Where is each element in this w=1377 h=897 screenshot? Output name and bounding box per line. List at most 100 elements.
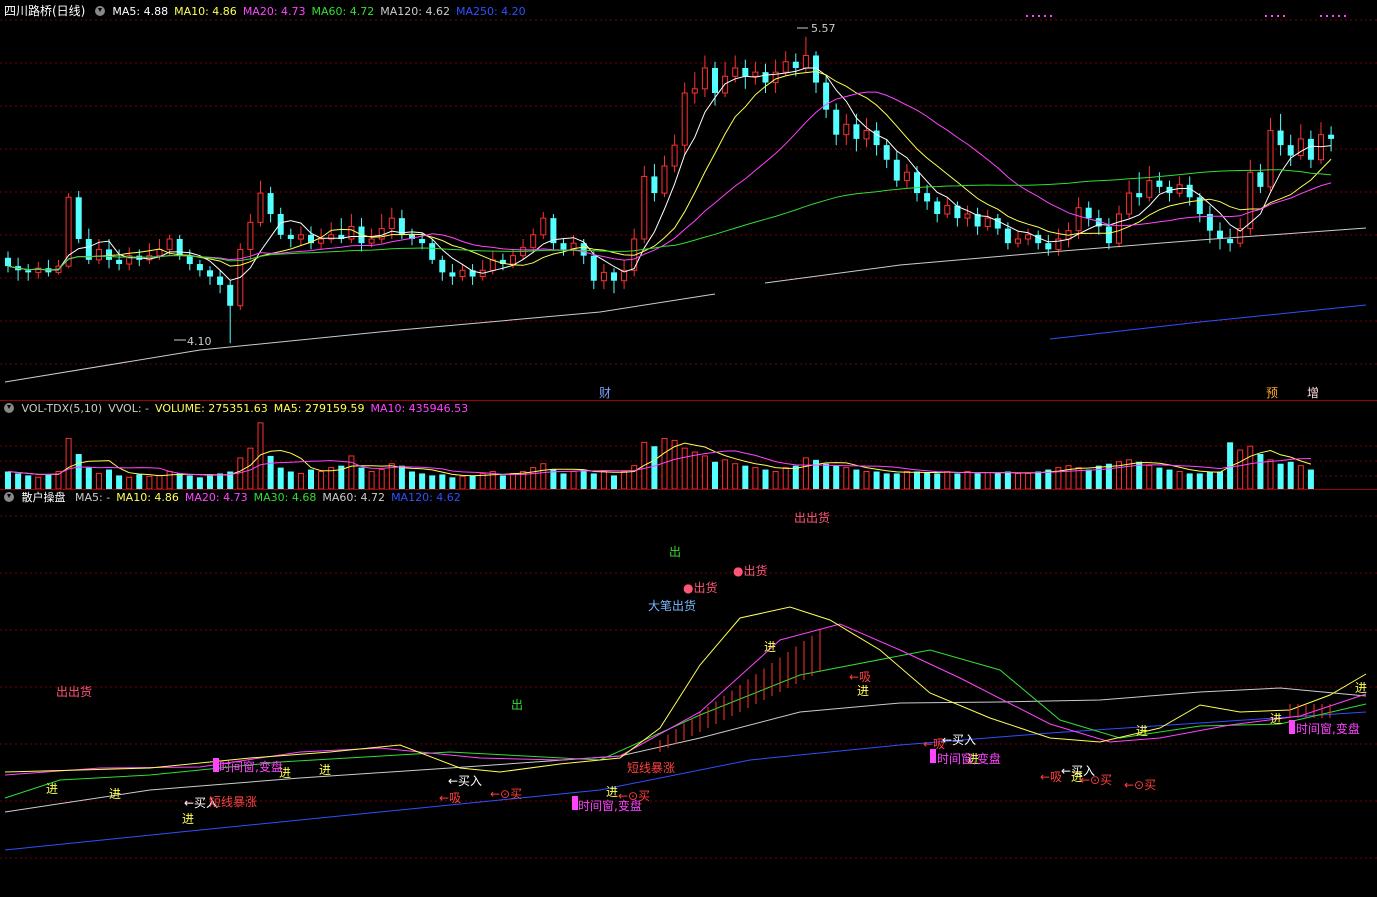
event-marker[interactable]: 预 bbox=[1266, 386, 1278, 400]
candle-body bbox=[388, 217, 395, 230]
candle-body bbox=[782, 61, 789, 73]
volume-bar bbox=[691, 451, 698, 489]
candle-body bbox=[257, 192, 264, 223]
candle-body bbox=[1075, 207, 1082, 232]
signal-dot bbox=[1332, 15, 1334, 17]
low-price-label: 4.10 bbox=[187, 335, 212, 348]
volume-bar bbox=[631, 465, 638, 489]
signal-label: 出 bbox=[669, 545, 681, 559]
signal-label: 出出货 bbox=[56, 684, 92, 699]
volume-bar bbox=[85, 467, 92, 489]
ma120-line bbox=[4, 711, 1367, 851]
volume-bar bbox=[207, 475, 213, 489]
volume-bar bbox=[984, 471, 991, 489]
candle-body bbox=[843, 123, 850, 136]
candle-body bbox=[722, 75, 729, 94]
volume-bar bbox=[15, 473, 22, 489]
volume-bar bbox=[924, 472, 931, 489]
event-marker[interactable]: 财 bbox=[599, 386, 611, 400]
signal-label: 短线暴涨 bbox=[209, 794, 257, 809]
candle-body bbox=[1015, 238, 1021, 244]
candle-body bbox=[429, 243, 436, 260]
volume-bar bbox=[1166, 469, 1173, 489]
volume-bar bbox=[156, 474, 163, 489]
volume-bar bbox=[126, 476, 133, 489]
volume-bar bbox=[873, 471, 880, 489]
candle-body bbox=[732, 67, 739, 77]
volume-bar bbox=[1277, 463, 1284, 489]
candle-body bbox=[419, 239, 426, 244]
volume-bar bbox=[701, 455, 708, 489]
volume-bar bbox=[217, 473, 224, 489]
candle-body bbox=[1105, 226, 1112, 244]
price-panel[interactable]: 四川路桥(日线) MA5: 4.88 MA10: 4.86 MA20: 4.73 MA… bbox=[0, 0, 1377, 400]
volume-chart[interactable] bbox=[0, 401, 1377, 489]
volume-bar bbox=[782, 467, 789, 489]
candle-body bbox=[449, 272, 456, 277]
ma250-line bbox=[1049, 304, 1367, 340]
volume-bar bbox=[792, 465, 799, 489]
volume-bar bbox=[308, 469, 314, 489]
candle-body bbox=[1227, 239, 1234, 244]
candle-body bbox=[1116, 213, 1122, 244]
candle-body bbox=[378, 228, 385, 240]
signal-label: 进 bbox=[182, 812, 194, 826]
candle-body bbox=[833, 109, 840, 135]
candle-body bbox=[590, 255, 597, 281]
candle-body bbox=[964, 213, 971, 219]
candle-body bbox=[247, 221, 254, 250]
volume-bar bbox=[1186, 473, 1193, 489]
volume-bar bbox=[348, 455, 355, 489]
signal-label: 进 bbox=[857, 684, 869, 698]
volume-bar bbox=[45, 474, 52, 489]
candle-body bbox=[1085, 207, 1092, 219]
ma10-line bbox=[7, 70, 1332, 271]
signal-label: ←买入 bbox=[942, 733, 976, 747]
volume-panel[interactable]: VOL-TDX(5,10) VVOL: - VOLUME: 275351.63 MA5… bbox=[0, 401, 1377, 489]
volume-bar bbox=[712, 461, 718, 489]
signal-dot bbox=[1320, 15, 1322, 17]
candle-body bbox=[95, 248, 102, 261]
candle-body bbox=[459, 269, 466, 278]
signal-dot bbox=[1338, 15, 1340, 17]
volume-bar bbox=[469, 475, 476, 489]
volume-bar bbox=[378, 469, 385, 489]
candle-body bbox=[1045, 243, 1052, 250]
candle-body bbox=[1307, 138, 1314, 160]
candle-body bbox=[1217, 230, 1223, 239]
volume-bar bbox=[752, 467, 759, 489]
volume-bar bbox=[176, 473, 183, 489]
volume-bar bbox=[297, 472, 304, 489]
volume-bar bbox=[843, 467, 850, 489]
time-window-marker bbox=[1289, 720, 1295, 734]
signal-dot bbox=[1283, 15, 1285, 17]
volume-bar bbox=[954, 473, 961, 489]
signal-label: ←吸 bbox=[1040, 770, 1062, 784]
candle-body bbox=[1126, 192, 1133, 215]
candle-body bbox=[1328, 134, 1335, 139]
volume-bar bbox=[1035, 471, 1042, 489]
signal-dot bbox=[1326, 15, 1328, 17]
volume-bar bbox=[722, 459, 729, 489]
indicator-chart[interactable]: 出出货出●出货●出货大笔出货出出货出进←吸进进 进←买入进进 进←买入←吸 ←⊙买进 ←… bbox=[0, 490, 1377, 897]
candle-body bbox=[934, 201, 941, 214]
candle-body bbox=[75, 197, 82, 239]
candle-body bbox=[863, 130, 870, 140]
candle-body bbox=[661, 165, 668, 194]
volume-bar bbox=[267, 455, 274, 489]
candle-body bbox=[1186, 184, 1193, 198]
signal-dot bbox=[1032, 15, 1034, 17]
candle-body bbox=[287, 234, 294, 239]
volume-bar bbox=[398, 465, 405, 489]
indicator-panel[interactable]: 散户操盘 MA5: - MA10: 4.86 MA20: 4.73 MA30: 4.6… bbox=[0, 490, 1377, 897]
candlestick-chart[interactable]: 5.57 4.10 财 预 增 bbox=[0, 0, 1377, 400]
event-marker[interactable]: 增 bbox=[1307, 386, 1319, 400]
signal-label: 时间窗,变盘 bbox=[578, 798, 642, 813]
volume-bar bbox=[287, 471, 294, 489]
volume-bar bbox=[419, 473, 426, 489]
candle-body bbox=[1277, 130, 1284, 146]
ma120-line bbox=[4, 293, 716, 383]
volume-bar bbox=[611, 475, 617, 489]
signal-dot bbox=[1026, 15, 1028, 17]
candle-body bbox=[560, 243, 567, 250]
